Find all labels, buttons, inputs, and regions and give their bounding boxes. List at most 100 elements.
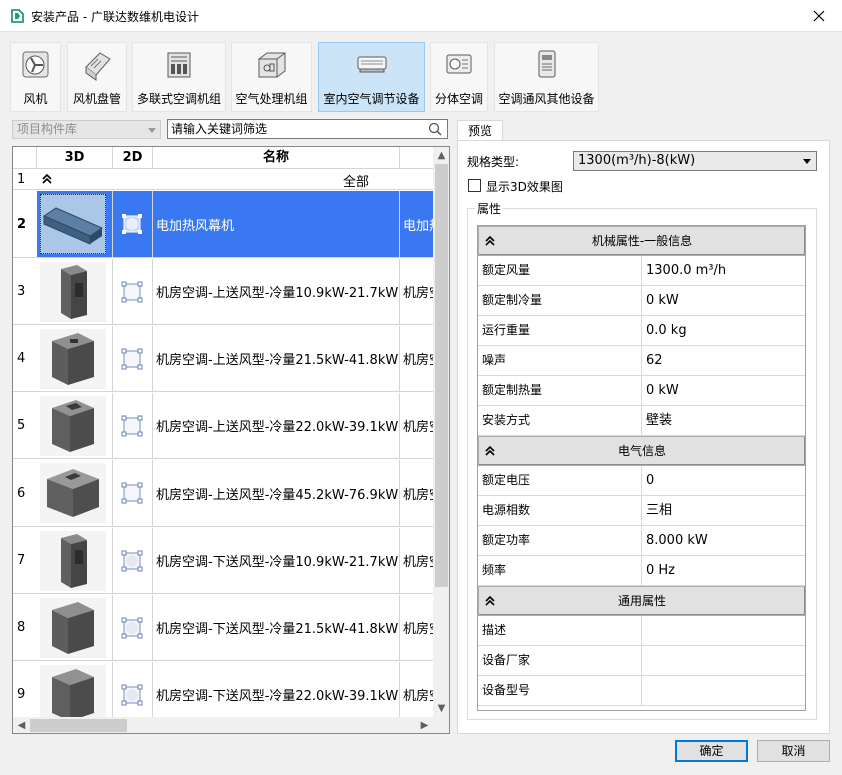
table-row[interactable]: 5 机房空调-上送风型-冷量22.0kW-39.1kW 机房空 <box>13 393 433 459</box>
show-3d-label[interactable]: 显示3D效果图 <box>486 178 563 195</box>
symbol-2d-cell <box>113 393 153 458</box>
app-logo-icon <box>11 9 24 23</box>
table-row[interactable]: 4 机房空调-上送风型-冷量21.5kW-41.8kW 机房空 <box>13 326 433 392</box>
category-label: 空气处理机组 <box>235 92 308 106</box>
category-label: 风机 <box>23 92 48 106</box>
cancel-button[interactable]: 取消 <box>757 740 830 762</box>
show-3d-checkbox[interactable] <box>468 179 481 192</box>
property-key: 频率 <box>478 556 642 586</box>
close-button[interactable] <box>796 0 842 32</box>
other-hvac-icon <box>538 50 555 78</box>
thumbnail-3d <box>40 396 106 456</box>
fan-coil-icon <box>85 52 111 81</box>
table-row[interactable]: 2 电加热风幕机 电加热 <box>13 191 433 258</box>
vrf-unit-icon <box>167 52 191 78</box>
thumbnail-3d <box>40 531 106 591</box>
category-split-ac[interactable]: 分体空调 <box>430 42 488 112</box>
table-row[interactable]: 3 机房空调-上送风型-冷量10.9kW-21.7kW 机房空 <box>13 259 433 325</box>
table-row[interactable]: 6 机房空调-上送风型-冷量45.2kW-76.9kW 机房空 <box>13 460 433 527</box>
category-fan[interactable]: 风机 <box>10 42 61 112</box>
property-row[interactable]: 额定制冷量 0 kW <box>478 286 805 316</box>
spec-select[interactable]: 1300(m³/h)-8(kW) <box>573 151 817 171</box>
category-other-hvac[interactable]: 空调通风其他设备 <box>494 42 599 112</box>
category-ahu[interactable]: 空气处理机组 <box>231 42 312 112</box>
product-grid: 3D 2D 名称 1 全部 2 电加热风幕机 电加 3 机房空调-上送风型-冷量… <box>12 146 450 734</box>
search-box[interactable] <box>167 119 448 139</box>
symbol-2d-icon <box>121 482 143 504</box>
property-row[interactable]: 设备型号 <box>478 676 805 706</box>
property-value <box>643 616 805 646</box>
scroll-right-icon[interactable]: ▶ <box>416 717 433 733</box>
library-select[interactable]: 项目构件库 <box>12 120 161 139</box>
title-bar: 安装产品 - 广联达数维机电设计 <box>0 0 842 32</box>
property-row[interactable]: 额定制热量 0 kW <box>478 376 805 406</box>
symbol-2d-cell <box>113 595 153 660</box>
header-name[interactable]: 名称 <box>153 147 400 169</box>
property-row[interactable]: 设备厂家 <box>478 646 805 676</box>
search-input[interactable] <box>171 121 421 137</box>
horizontal-scrollbar[interactable]: ◀ ▶ <box>13 717 433 733</box>
row-number: 8 <box>17 620 26 635</box>
thumbnail-3d-cell <box>37 460 113 526</box>
property-row[interactable]: 运行重量 0.0 kg <box>478 316 805 346</box>
product-name: 电加热风幕机 <box>153 191 400 257</box>
header-2d[interactable]: 2D <box>113 147 153 169</box>
grid-header: 3D 2D 名称 <box>13 147 433 169</box>
header-3d[interactable]: 3D <box>37 147 113 169</box>
section-title: 机械属性-一般信息 <box>591 234 693 248</box>
scroll-down-icon[interactable]: ▼ <box>433 700 449 717</box>
symbol-2d-icon <box>122 214 142 234</box>
category-label: 多联式空调机组 <box>136 92 221 106</box>
section-header[interactable]: 电气信息 <box>478 436 805 466</box>
section-header[interactable]: 通用属性 <box>478 586 805 616</box>
table-row[interactable]: 8 机房空调-下送风型-冷量21.5kW-41.8kW 机房空 <box>13 595 433 661</box>
thumbnail-3d-cell <box>37 528 113 593</box>
product-extra: 机房空 <box>403 286 433 301</box>
property-row[interactable]: 安装方式 壁装 <box>478 406 805 436</box>
section-header[interactable]: 机械属性-一般信息 <box>478 226 805 256</box>
property-row[interactable]: 噪声 62 <box>478 346 805 376</box>
thumbnail-3d-cell <box>37 191 113 257</box>
symbol-2d-icon <box>121 684 143 706</box>
property-value <box>643 676 805 706</box>
property-key: 设备厂家 <box>478 646 642 676</box>
ok-button[interactable]: 确定 <box>675 740 748 762</box>
group-row-all[interactable]: 1 全部 <box>13 169 433 190</box>
category-indoor-ac[interactable]: 室内空气调节设备 <box>318 42 425 112</box>
chevron-down-icon <box>803 159 811 164</box>
tab-preview[interactable]: 预览 <box>457 120 503 141</box>
thumbnail-3d-cell <box>37 393 113 458</box>
category-fan-coil[interactable]: 风机盘管 <box>67 42 127 112</box>
crac-unit-icon <box>52 602 94 654</box>
property-row[interactable]: 描述 <box>478 616 805 646</box>
thumbnail-3d-cell <box>37 326 113 391</box>
symbol-2d-cell <box>113 259 153 324</box>
header-extra[interactable] <box>400 147 433 169</box>
category-vrf[interactable]: 多联式空调机组 <box>132 42 226 112</box>
property-row[interactable]: 额定风量 1300.0 m³/h <box>478 256 805 286</box>
scroll-up-icon[interactable]: ▲ <box>433 147 449 164</box>
property-row[interactable]: 额定功率 8.000 kW <box>478 526 805 556</box>
collapse-icon[interactable] <box>41 173 53 185</box>
property-key: 额定制冷量 <box>478 286 642 316</box>
indoor-ac-icon <box>357 56 386 73</box>
spec-label: 规格类型: <box>467 155 520 169</box>
product-name: 机房空调-上送风型-冷量45.2kW-76.9kW <box>153 460 400 526</box>
search-icon[interactable] <box>428 122 442 136</box>
category-label: 分体空调 <box>434 92 483 106</box>
vertical-scroll-thumb[interactable] <box>435 164 448 587</box>
row-number: 7 <box>17 553 26 568</box>
row-number: 5 <box>17 418 26 433</box>
product-name: 机房空调-上送风型-冷量22.0kW-39.1kW <box>153 393 400 458</box>
spec-select-value: 1300(m³/h)-8(kW) <box>578 153 696 168</box>
vertical-scrollbar[interactable]: ▲ ▼ <box>433 147 449 717</box>
table-row[interactable]: 7 机房空调-下送风型-冷量10.9kW-21.7kW 机房空 <box>13 528 433 594</box>
scroll-left-icon[interactable]: ◀ <box>13 717 30 733</box>
property-row[interactable]: 电源相数 三相 <box>478 496 805 526</box>
property-key: 额定制热量 <box>478 376 642 406</box>
property-row[interactable]: 额定电压 0 <box>478 466 805 496</box>
property-row[interactable]: 频率 0 Hz <box>478 556 805 586</box>
chevron-down-icon <box>148 128 156 133</box>
close-icon <box>813 10 825 22</box>
horizontal-scroll-thumb[interactable] <box>30 719 127 732</box>
